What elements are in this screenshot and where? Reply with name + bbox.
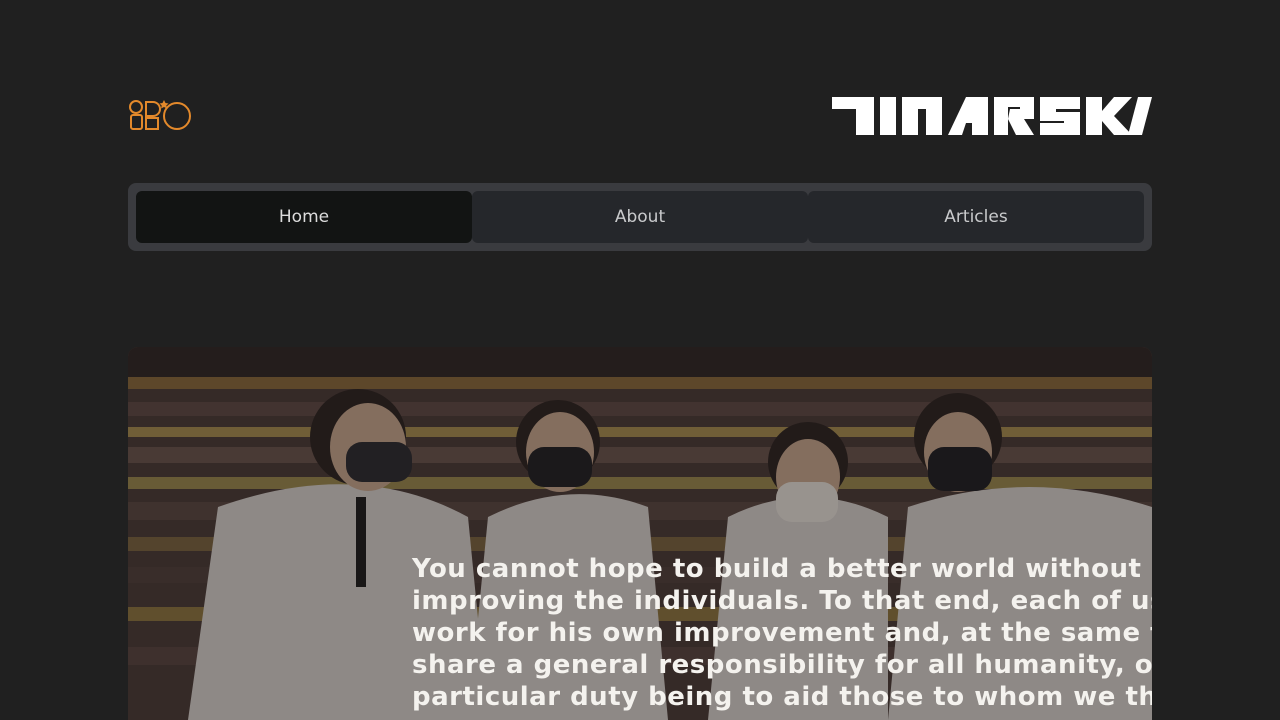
tab-articles[interactable]: Articles — [808, 191, 1144, 243]
tab-about[interactable]: About — [472, 191, 808, 243]
page: Home About Articles You cannot hope to b… — [0, 0, 1280, 720]
dinarski-wordmark-logo[interactable] — [830, 95, 1152, 137]
hero-banner: You cannot hope to build a better world … — [128, 347, 1152, 720]
tab-home[interactable]: Home — [136, 191, 472, 243]
main-nav: Home About Articles — [128, 183, 1152, 251]
shapes-logo-icon[interactable] — [128, 98, 192, 134]
hero-quote: You cannot hope to build a better world … — [412, 554, 1152, 712]
